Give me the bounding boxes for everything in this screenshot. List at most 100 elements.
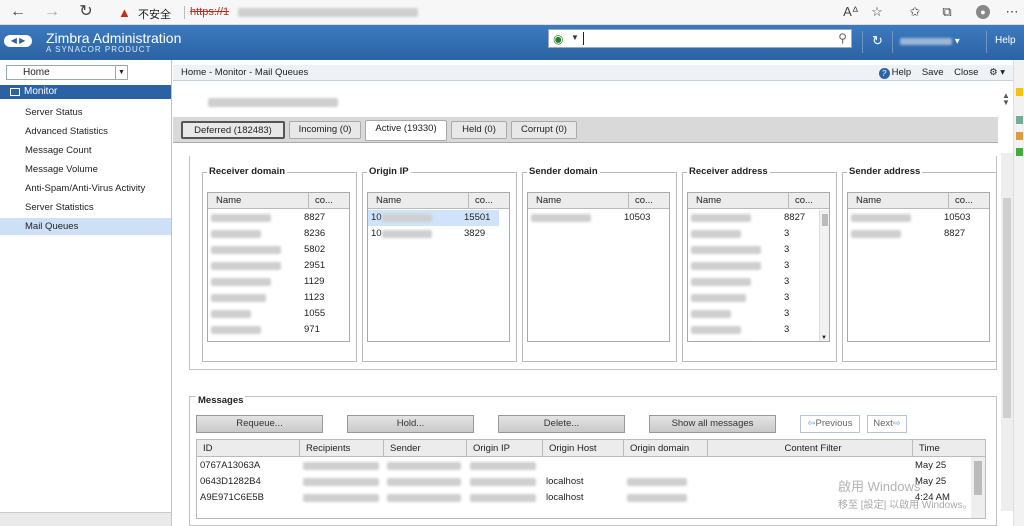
- column-count[interactable]: co...: [948, 193, 973, 209]
- scrollbar-thumb[interactable]: [822, 214, 828, 226]
- list-item[interactable]: 3: [688, 258, 819, 274]
- sidebar-item-message-volume[interactable]: Message Volume: [0, 161, 171, 178]
- column-count[interactable]: co...: [308, 193, 333, 209]
- search-icon[interactable]: ⚲: [838, 31, 847, 45]
- list-item[interactable]: 10503: [848, 210, 979, 226]
- list-item[interactable]: 3: [688, 226, 819, 242]
- extension-icon[interactable]: [1016, 116, 1023, 124]
- url-text[interactable]: https://1: [190, 6, 229, 18]
- summary-list[interactable]: Name co... 10 15501 10 3829: [367, 192, 510, 342]
- refresh-icon[interactable]: ↻: [872, 33, 883, 49]
- refresh-icon[interactable]: ↻: [76, 2, 96, 22]
- save-button[interactable]: Save: [922, 67, 944, 78]
- user-menu[interactable]: ▾: [900, 36, 960, 47]
- summary-list[interactable]: Nameco...8827333333333▼: [687, 192, 830, 342]
- sidebar-item-anti-spam[interactable]: Anti-Spam/Anti-Virus Activity: [0, 180, 171, 197]
- list-item[interactable]: 2951: [208, 258, 339, 274]
- nav-arrows-icon[interactable]: ◀ ▶: [4, 35, 32, 47]
- column-name[interactable]: Name: [376, 193, 401, 209]
- collections-icon[interactable]: ⧉: [938, 3, 956, 21]
- summary-list[interactable]: Name co... 10503: [527, 192, 670, 342]
- list-item[interactable]: 10 3829: [368, 226, 499, 242]
- column-count[interactable]: co...: [468, 193, 493, 209]
- list-item[interactable]: 3: [688, 242, 819, 258]
- tab-deferred[interactable]: Deferred (182483): [181, 121, 285, 139]
- requeue-button[interactable]: Requeue...: [196, 415, 323, 433]
- list-item[interactable]: 1055: [208, 306, 339, 322]
- extension-icon[interactable]: [1016, 148, 1023, 156]
- sidebar-item-mail-queues[interactable]: Mail Queues: [0, 218, 171, 235]
- read-aloud-icon[interactable]: Aᐞ: [842, 3, 860, 21]
- chevron-down-icon[interactable]: ▼: [821, 335, 827, 341]
- help-link[interactable]: Help: [995, 35, 1016, 46]
- scrollbar-thumb[interactable]: [1003, 198, 1011, 418]
- list-item[interactable]: 8827: [848, 226, 979, 242]
- tab-incoming[interactable]: Incoming (0): [289, 121, 361, 139]
- help-button[interactable]: ? Help: [878, 67, 911, 79]
- sidebar-item-server-statistics[interactable]: Server Statistics: [0, 199, 171, 216]
- column-sender[interactable]: Sender: [383, 440, 466, 457]
- extension-icon[interactable]: [1016, 132, 1023, 140]
- next-button[interactable]: Next⇨: [867, 415, 907, 433]
- search-input[interactable]: ◉ ▼ ⚲: [548, 29, 852, 48]
- more-icon[interactable]: ⋯: [1003, 3, 1021, 21]
- tab-held[interactable]: Held (0): [451, 121, 507, 139]
- chevron-down-icon[interactable]: ▼: [571, 33, 579, 42]
- column-origin-domain[interactable]: Origin domain: [623, 440, 707, 457]
- address-bar[interactable]: ▲ 不安全 https://1: [112, 3, 852, 22]
- previous-button[interactable]: ⇦Previous: [800, 415, 860, 433]
- list-item[interactable]: 3: [688, 322, 819, 338]
- scroll-arrows-icon[interactable]: ▲ ▼: [1002, 92, 1010, 107]
- list-item[interactable]: 5802: [208, 242, 339, 258]
- home-dropdown[interactable]: Home ▼: [6, 65, 128, 80]
- summary-list[interactable]: Name co... 10503 8827: [847, 192, 990, 342]
- column-count[interactable]: co...: [628, 193, 653, 209]
- column-id[interactable]: ID: [197, 440, 213, 457]
- favorite-icon[interactable]: ☆: [868, 3, 886, 21]
- summary-list[interactable]: Name co... 8827 8236 5802 2951 1129 1123 1055 971: [207, 192, 350, 342]
- list-item[interactable]: 3: [688, 306, 819, 322]
- column-name[interactable]: Name: [216, 193, 241, 209]
- column-origin-ip[interactable]: Origin IP: [466, 440, 542, 457]
- table-row[interactable]: 0767A13063A May 25: [197, 458, 972, 474]
- tab-active[interactable]: Active (19330): [365, 120, 447, 141]
- forward-icon[interactable]: →: [42, 2, 62, 22]
- extension-icon[interactable]: [1016, 88, 1023, 96]
- list-scrollbar[interactable]: ▼: [819, 210, 829, 341]
- security-label[interactable]: 不安全: [138, 6, 171, 22]
- column-name[interactable]: Name: [536, 193, 561, 209]
- hold-button[interactable]: Hold...: [347, 415, 474, 433]
- list-item[interactable]: 3: [688, 338, 819, 341]
- column-name[interactable]: Name: [856, 193, 881, 209]
- tab-corrupt[interactable]: Corrupt (0): [511, 121, 577, 139]
- show-all-messages-button[interactable]: Show all messages: [649, 415, 776, 433]
- column-origin-host[interactable]: Origin Host: [542, 440, 623, 457]
- list-item[interactable]: 8236: [208, 226, 339, 242]
- back-icon[interactable]: ←: [8, 2, 28, 22]
- messages-scrollbar[interactable]: [971, 457, 985, 518]
- list-item[interactable]: 8827: [688, 210, 819, 226]
- list-item[interactable]: 1129: [208, 274, 339, 290]
- chevron-down-icon[interactable]: ▼: [115, 66, 127, 79]
- list-item[interactable]: 8827: [208, 210, 339, 226]
- column-time[interactable]: Time: [912, 440, 985, 457]
- column-content-filter[interactable]: Content Filter: [707, 440, 912, 457]
- column-count[interactable]: co...: [788, 193, 813, 209]
- delete-button[interactable]: Delete...: [498, 415, 625, 433]
- scrollbar-thumb[interactable]: [974, 461, 982, 495]
- search-scope-icon[interactable]: ◉: [553, 32, 563, 46]
- settings-icon[interactable]: ⚙ ▾: [989, 67, 1005, 78]
- list-item[interactable]: 3: [688, 274, 819, 290]
- column-recipients[interactable]: Recipients: [299, 440, 383, 457]
- list-item[interactable]: 10 15501: [368, 210, 499, 226]
- column-name[interactable]: Name: [696, 193, 721, 209]
- sidebar-section-monitor[interactable]: Monitor: [0, 85, 171, 99]
- main-scrollbar[interactable]: [1001, 153, 1013, 511]
- list-item[interactable]: 1123: [208, 290, 339, 306]
- sidebar-item-advanced-statistics[interactable]: Advanced Statistics: [0, 123, 171, 140]
- sidebar-item-message-count[interactable]: Message Count: [0, 142, 171, 159]
- close-button[interactable]: Close: [954, 67, 978, 78]
- profile-avatar[interactable]: ●: [976, 5, 990, 19]
- list-item[interactable]: 10503: [528, 210, 659, 226]
- list-item[interactable]: 3: [688, 290, 819, 306]
